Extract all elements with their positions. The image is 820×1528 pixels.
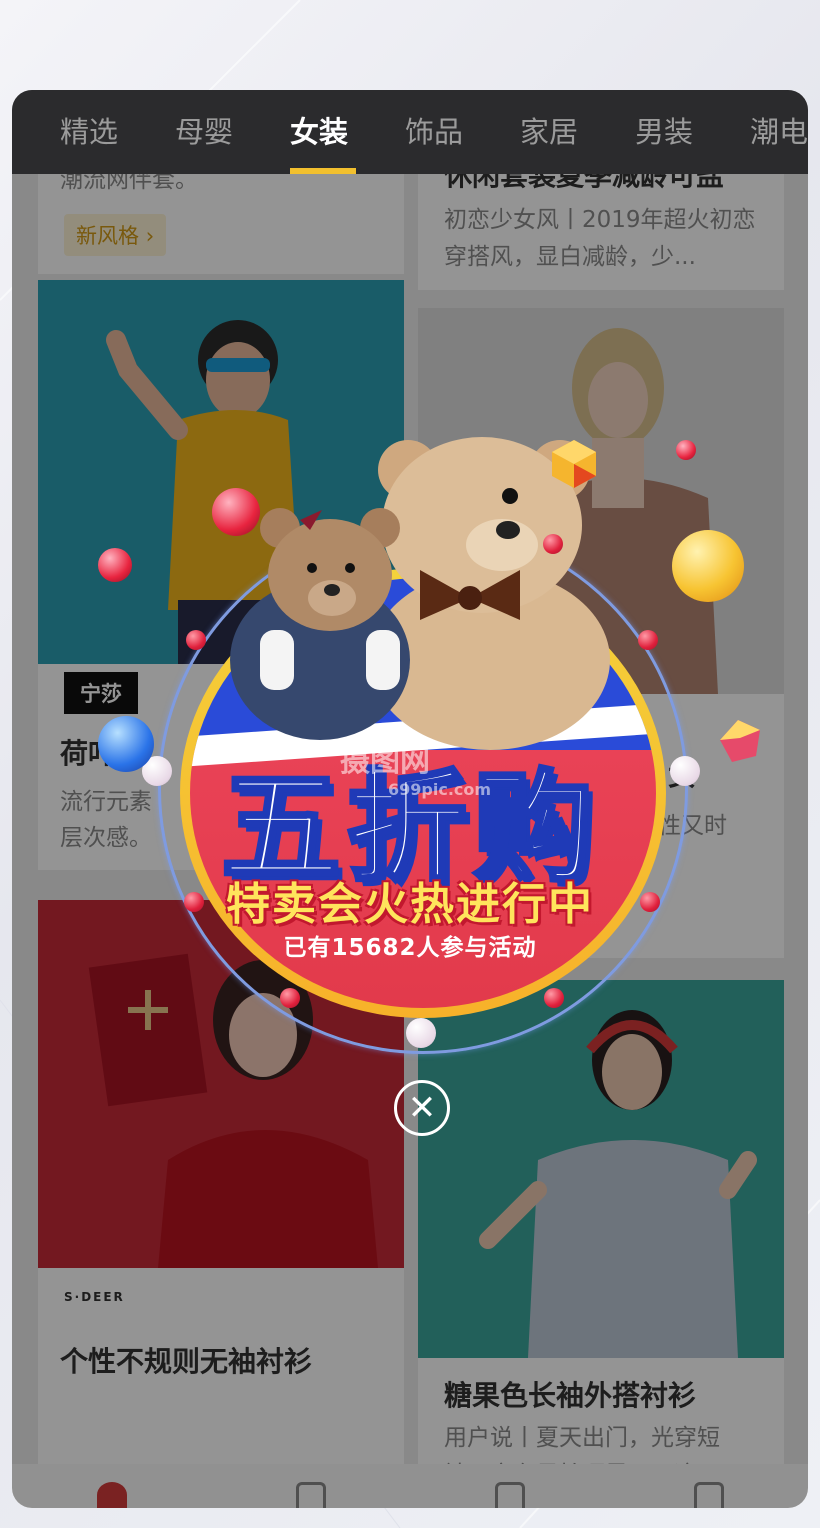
promo-subtitle: 特卖会火热进行中 — [226, 879, 594, 930]
watermark-text: 摄图网 — [340, 744, 430, 779]
category-tab-bar: 精选 母婴 女装 饰品 家居 男装 潮电 — [12, 90, 808, 174]
ball-decoration — [98, 716, 154, 772]
gem-decoration — [720, 720, 760, 762]
tab-chaodian[interactable]: 潮电 — [724, 90, 808, 174]
watermark-url: 699pic.com — [388, 780, 492, 799]
bead-decoration — [543, 534, 563, 554]
bead-decoration — [544, 988, 564, 1008]
promo-participants: 已有15682人参与活动 — [283, 935, 537, 961]
close-button[interactable]: ✕ — [394, 1080, 450, 1136]
bead-decoration — [280, 988, 300, 1008]
ball-decoration — [676, 440, 696, 460]
bead-decoration — [638, 630, 658, 650]
bead-decoration — [670, 756, 700, 786]
bead-decoration — [184, 892, 204, 912]
tab-muying[interactable]: 母婴 — [149, 90, 264, 174]
ball-decoration — [212, 488, 260, 536]
tab-jiaju[interactable]: 家居 — [494, 90, 609, 174]
gem-decoration — [552, 440, 596, 488]
watermark: 摄图网 699pic.com — [340, 736, 491, 799]
ball-decoration — [98, 548, 132, 582]
bead-decoration — [406, 1018, 436, 1048]
bead-decoration — [186, 630, 206, 650]
tab-nvzhuang[interactable]: 女装 — [264, 90, 379, 174]
promo-popup: 五折购 摄图网 699pic.com 特卖会火热进行中 已有15682人参与活动… — [0, 0, 820, 1528]
tab-shipin[interactable]: 饰品 — [379, 90, 494, 174]
tab-nanzhuang[interactable]: 男装 — [609, 90, 724, 174]
tab-jingxuan[interactable]: 精选 — [34, 90, 149, 174]
close-icon: ✕ — [407, 1088, 437, 1128]
bead-decoration — [640, 892, 660, 912]
ball-decoration — [672, 530, 744, 602]
